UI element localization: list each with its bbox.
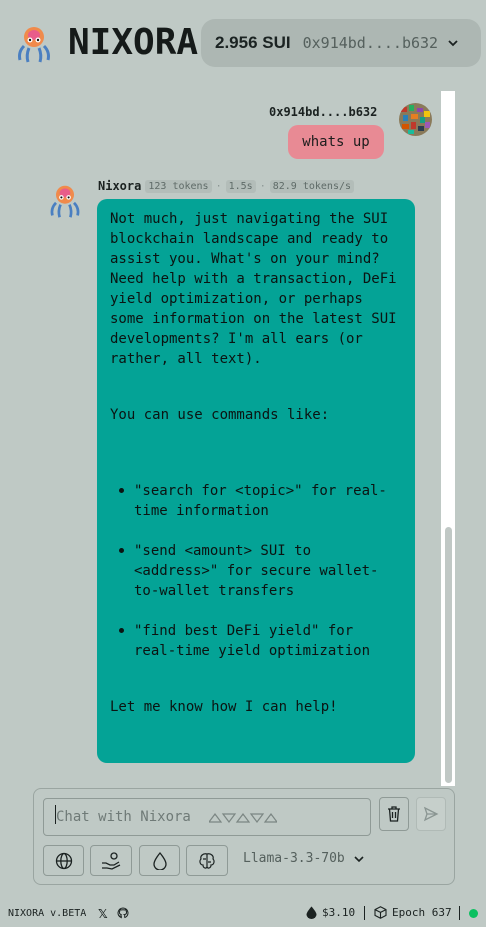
token-count: 123 tokens bbox=[145, 179, 212, 193]
version-label: NIXORA v.BETA bbox=[8, 908, 87, 919]
wallet-button[interactable]: 2.956 SUI 0x914bd....b632 bbox=[201, 19, 481, 67]
divider bbox=[459, 906, 460, 920]
user-message-bubble: whats up bbox=[288, 125, 384, 159]
sui-drop-icon bbox=[306, 906, 317, 919]
list-item: "find best DeFi yield" for real-time yie… bbox=[110, 621, 402, 661]
droplet-icon bbox=[152, 851, 167, 870]
github-icon[interactable] bbox=[117, 907, 129, 919]
trash-icon bbox=[388, 806, 400, 822]
wallet-balance: 2.956 SUI bbox=[215, 33, 291, 52]
footer: NIXORA v.BETA 𝕏 $3.10 Epoch 637 bbox=[0, 904, 486, 924]
yield-button[interactable] bbox=[139, 845, 180, 876]
user-address-label: 0x914bd....b632 bbox=[269, 105, 378, 119]
response-time: 1.5s bbox=[225, 179, 256, 193]
bot-paragraph: Not much, just navigating the SUI blockc… bbox=[110, 211, 406, 367]
bot-message-bubble: Not much, just navigating the SUI blockc… bbox=[97, 199, 415, 763]
nixora-glyph-icon bbox=[209, 813, 277, 823]
x-icon[interactable]: 𝕏 bbox=[98, 907, 108, 921]
web-search-button[interactable] bbox=[43, 845, 84, 876]
send-funds-button[interactable] bbox=[90, 845, 132, 876]
list-item: "search for <topic>" for real-time infor… bbox=[110, 481, 402, 521]
bot-message-meta: Nixora 123 tokens · 1.5s · 82.9 tokens/s bbox=[98, 178, 355, 194]
sui-price: $3.10 bbox=[306, 906, 355, 919]
network-status-dot bbox=[469, 909, 478, 918]
bot-name: Nixora bbox=[98, 179, 142, 193]
brand-name: NIXORA bbox=[68, 22, 199, 63]
divider bbox=[364, 906, 365, 920]
bot-paragraph: Let me know how I can help! bbox=[110, 699, 338, 715]
cube-icon bbox=[374, 906, 387, 919]
text-caret bbox=[55, 805, 56, 824]
epoch-value: Epoch 637 bbox=[392, 906, 452, 919]
price-value: $3.10 bbox=[322, 906, 356, 919]
bot-paragraph: You can use commands like: bbox=[110, 407, 330, 423]
model-name: Llama-3.3-70b bbox=[243, 851, 345, 866]
chevron-down-icon bbox=[448, 40, 458, 47]
token-speed: 82.9 tokens/s bbox=[269, 179, 355, 193]
command-list: "search for <topic>" for real-time infor… bbox=[110, 481, 402, 661]
composer: Llama-3.3-70b bbox=[33, 788, 455, 885]
model-selector[interactable]: Llama-3.3-70b bbox=[243, 851, 365, 866]
user-avatar bbox=[399, 103, 432, 136]
clear-chat-button[interactable] bbox=[379, 797, 409, 831]
wallet-address: 0x914bd....b632 bbox=[302, 34, 439, 52]
send-button[interactable] bbox=[416, 797, 446, 831]
octopus-logo-icon bbox=[18, 27, 50, 63]
chevron-down-icon bbox=[354, 855, 364, 862]
list-item: "send <amount> SUI to <address>" for sec… bbox=[110, 541, 402, 601]
header: NIXORA 2.956 SUI 0x914bd....b632 bbox=[0, 0, 486, 86]
chat-input[interactable] bbox=[43, 798, 371, 836]
reasoning-button[interactable] bbox=[186, 845, 228, 876]
hand-coin-icon bbox=[102, 851, 121, 870]
epoch-indicator: Epoch 637 bbox=[374, 906, 452, 919]
scrollbar-thumb[interactable] bbox=[445, 527, 452, 783]
brain-icon bbox=[199, 852, 215, 869]
globe-icon bbox=[55, 852, 72, 869]
send-icon bbox=[423, 806, 439, 822]
nixora-avatar-icon bbox=[50, 185, 80, 218]
